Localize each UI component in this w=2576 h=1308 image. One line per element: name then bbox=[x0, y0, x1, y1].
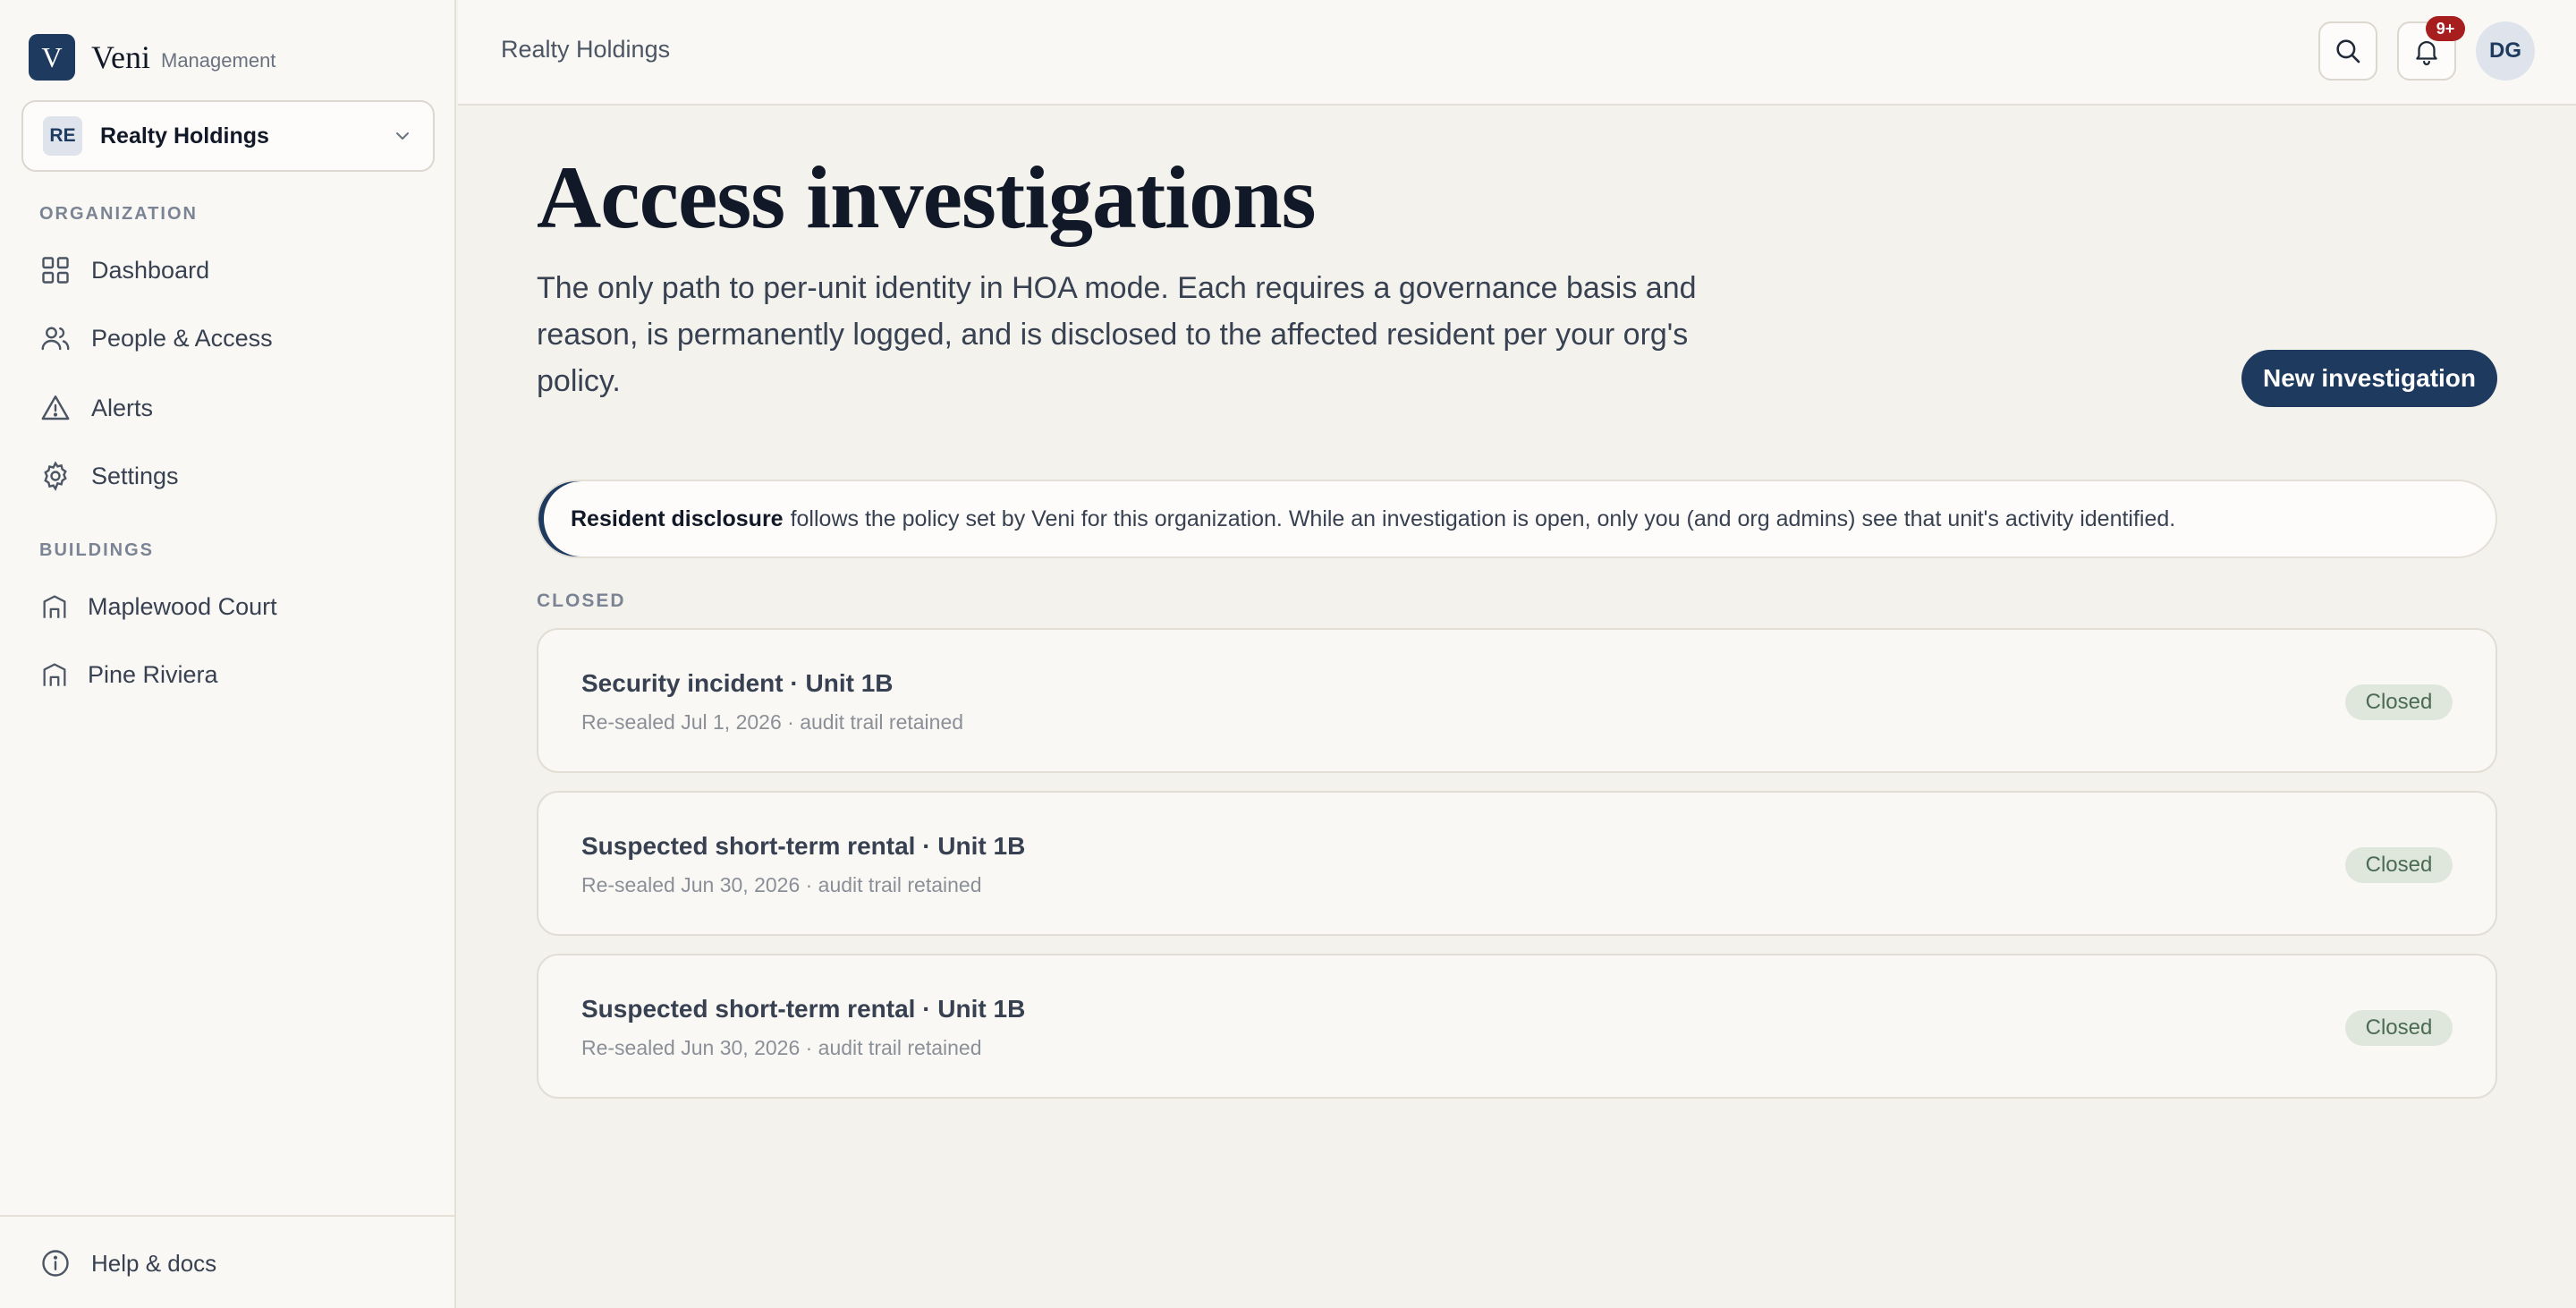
search-button[interactable] bbox=[2318, 21, 2377, 81]
investigation-title: Suspected short‑term rental · Unit 1B bbox=[581, 832, 1026, 860]
building-icon bbox=[43, 595, 66, 618]
sidebar-item-people-access[interactable]: People & Access bbox=[39, 317, 273, 360]
sidebar-item-label: People & Access bbox=[91, 324, 273, 352]
gear-icon bbox=[44, 461, 67, 491]
info-icon bbox=[42, 1250, 69, 1277]
help-docs-label: Help & docs bbox=[91, 1249, 217, 1277]
building-icon bbox=[43, 663, 66, 686]
brand-logo: V bbox=[29, 34, 75, 81]
new-investigation-button[interactable]: New investigation bbox=[2241, 350, 2497, 407]
investigation-subtitle: Re‑sealed Jul 1, 2026 · audit trail reta… bbox=[581, 710, 964, 734]
sidebar-item-label: Pine Riviera bbox=[88, 660, 218, 688]
sidebar-item-settings[interactable]: Settings bbox=[39, 454, 179, 497]
investigation-card[interactable]: Security incident · Unit 1B Re‑sealed Ju… bbox=[537, 628, 2497, 773]
investigation-card[interactable]: Suspected short‑term rental · Unit 1B Re… bbox=[537, 954, 2497, 1099]
org-name: Realty Holdings bbox=[100, 123, 269, 149]
investigation-subtitle: Re‑sealed Jun 30, 2026 · audit trail ret… bbox=[581, 1036, 982, 1059]
status-badge: Closed bbox=[2345, 1010, 2453, 1046]
sidebar-item-label: Alerts bbox=[91, 394, 154, 421]
section-label-closed: CLOSED bbox=[537, 590, 626, 611]
sidebar-item-maplewood-court[interactable]: Maplewood Court bbox=[39, 585, 277, 628]
status-badge: Closed bbox=[2345, 847, 2453, 883]
brand[interactable]: V Veni Management bbox=[29, 34, 275, 81]
notification-badge: 9+ bbox=[2426, 16, 2465, 41]
page-title: Access investigations bbox=[537, 148, 1317, 247]
users-icon bbox=[41, 327, 70, 351]
search-icon bbox=[2336, 39, 2360, 64]
org-switcher[interactable]: RE Realty Holdings bbox=[21, 100, 435, 172]
sidebar-item-label: Dashboard bbox=[91, 256, 210, 284]
avatar[interactable]: DG bbox=[2476, 21, 2535, 81]
sidebar: V Veni Management RE Realty Holdings ORG… bbox=[0, 0, 456, 1308]
sidebar-footer: Help & docs bbox=[0, 1215, 454, 1308]
breadcrumb[interactable]: Realty Holdings bbox=[501, 36, 670, 64]
grid-icon bbox=[42, 257, 69, 284]
investigation-subtitle: Re‑sealed Jun 30, 2026 · audit trail ret… bbox=[581, 873, 982, 896]
chevron-down-icon bbox=[396, 132, 409, 140]
sidebar-item-label: Settings bbox=[91, 462, 179, 489]
investigation-title: Suspected short‑term rental · Unit 1B bbox=[581, 995, 1026, 1023]
sidebar-item-alerts[interactable]: Alerts bbox=[39, 386, 153, 429]
topbar: Realty Holdings 9+ DG bbox=[458, 0, 2576, 106]
resident-disclosure-callout: Resident disclosure follows the policy s… bbox=[537, 480, 2497, 558]
nav-section-buildings: BUILDINGS bbox=[39, 540, 154, 560]
help-docs-link[interactable]: Help & docs bbox=[39, 1242, 216, 1285]
sidebar-item-pine-riviera[interactable]: Pine Riviera bbox=[39, 653, 218, 696]
page-description: The only path to per‑unit identity in HO… bbox=[537, 271, 1697, 398]
brand-name: Veni bbox=[91, 39, 150, 75]
status-badge: Closed bbox=[2345, 684, 2453, 720]
nav-section-organization: ORGANIZATION bbox=[39, 204, 198, 224]
callout-bold: Resident disclosure bbox=[571, 505, 784, 531]
org-avatar: RE bbox=[43, 116, 82, 156]
sidebar-item-label: Maplewood Court bbox=[88, 592, 277, 620]
investigation-title: Security incident · Unit 1B bbox=[581, 669, 894, 697]
warning-icon bbox=[41, 395, 70, 420]
callout-text: follows the policy set by Veni for this … bbox=[790, 505, 2176, 531]
sidebar-item-dashboard[interactable]: Dashboard bbox=[39, 249, 209, 292]
brand-subtitle: Management bbox=[161, 49, 276, 72]
investigation-card[interactable]: Suspected short‑term rental · Unit 1B Re… bbox=[537, 791, 2497, 936]
